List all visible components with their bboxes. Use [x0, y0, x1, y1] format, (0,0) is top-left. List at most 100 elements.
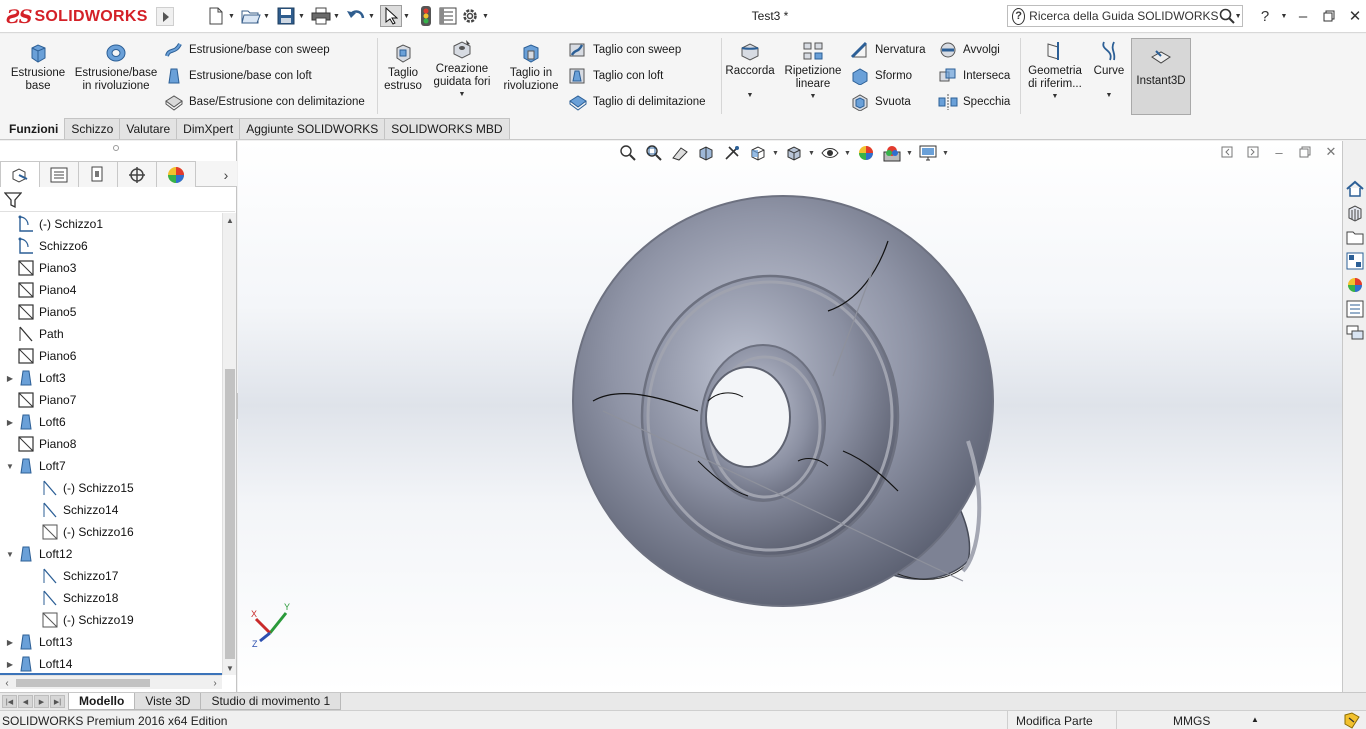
lofted-cut-button[interactable]: Taglio con loft — [568, 65, 663, 87]
tree-item[interactable]: Piano3 — [4, 257, 76, 279]
apply-scene-caret[interactable]: ▼ — [906, 150, 914, 157]
hide-show-caret[interactable]: ▼ — [844, 150, 852, 157]
tab-funzioni[interactable]: Funzioni — [2, 118, 66, 139]
filter-icon[interactable] — [4, 191, 22, 209]
tree-item[interactable]: ▼ Loft7 — [4, 455, 66, 477]
rebuild-traffic-light-icon[interactable] — [415, 5, 437, 27]
tree-item[interactable]: Schizzo17 — [28, 565, 118, 587]
undo-caret[interactable]: ▼ — [367, 5, 376, 27]
feature-manager-tab-icon[interactable] — [0, 161, 40, 187]
spiral-loft-model[interactable] — [558, 161, 1008, 611]
solidworks-resources-home-icon[interactable] — [1343, 178, 1366, 200]
scroll-thumb[interactable] — [225, 369, 235, 659]
tree-filter[interactable] — [0, 188, 235, 212]
doc-close-icon[interactable]: ✕ — [1322, 143, 1340, 161]
new-document-icon[interactable] — [205, 5, 227, 27]
dimxpert-manager-tab-icon[interactable] — [117, 161, 157, 187]
fillet-caret[interactable]: ▼ — [747, 92, 754, 99]
file-properties-icon[interactable] — [437, 5, 459, 27]
tab-modello[interactable]: Modello — [68, 693, 136, 710]
file-explorer-icon[interactable] — [1343, 226, 1366, 248]
tree-item[interactable]: Schizzo18 — [28, 587, 118, 609]
reference-geometry-button[interactable]: Geometria di riferim... ▼ — [1024, 40, 1086, 100]
first-tab-icon[interactable]: |◀ — [2, 695, 17, 708]
prev-tab-icon[interactable]: ◀ — [18, 695, 33, 708]
undo-icon[interactable] — [345, 5, 367, 27]
doc-restore-icon[interactable] — [1296, 143, 1314, 161]
lofted-boss-button[interactable]: Estrusione/base con loft — [164, 65, 312, 87]
curves-button[interactable]: Curve ▼ — [1090, 40, 1128, 99]
instant3d-button[interactable]: Instant3D — [1131, 38, 1191, 115]
tree-item[interactable]: ▶ Loft14 — [4, 653, 72, 675]
fillet-button[interactable]: Raccorda ▼ — [724, 40, 776, 99]
pane-grip-icon[interactable] — [113, 145, 119, 151]
tree-item[interactable]: Piano7 — [4, 389, 76, 411]
shell-button[interactable]: Svuota — [850, 91, 911, 113]
design-library-icon[interactable] — [1343, 202, 1366, 224]
tree-item[interactable]: ▶ Loft6 — [4, 411, 66, 433]
print-caret[interactable]: ▼ — [332, 5, 341, 27]
tree-item[interactable]: Schizzo14 — [28, 499, 118, 521]
wrap-button[interactable]: Avvolgi — [938, 39, 1000, 61]
help-question-icon[interactable]: ? — [1012, 7, 1026, 25]
scroll-left-icon[interactable]: ‹ — [0, 676, 14, 690]
expand-chevron-icon[interactable]: ▶ — [4, 638, 16, 647]
search-input[interactable]: Ricerca della Guida SOLIDWORKS — [1029, 9, 1218, 23]
swept-cut-button[interactable]: Taglio con sweep — [568, 39, 681, 61]
tree-item[interactable]: (-) Schizzo1 — [4, 213, 103, 235]
property-manager-tab-icon[interactable] — [39, 161, 79, 187]
doc-minimize-icon[interactable]: – — [1270, 143, 1288, 161]
tree-horizontal-scrollbar[interactable]: ‹ › — [0, 673, 222, 690]
boundary-boss-button[interactable]: Base/Estrusione con delimitazione — [164, 91, 365, 113]
linear-pattern-button[interactable]: Ripetizione lineare ▼ — [780, 40, 846, 100]
tab-solidworks-mbd[interactable]: SOLIDWORKS MBD — [384, 118, 510, 139]
collapse-left-icon[interactable] — [1218, 143, 1236, 161]
unit-system-selector[interactable]: MMGS ▲ — [1116, 711, 1266, 729]
save-icon[interactable] — [275, 5, 297, 27]
revolved-boss-button[interactable]: Estrusione/base in rivoluzione — [72, 42, 160, 93]
tree-item[interactable]: (-) Schizzo15 — [28, 477, 134, 499]
hole-wizard-button[interactable]: Creazione guidata fori ▼ — [430, 38, 494, 98]
tab-aggiunte-solidworks[interactable]: Aggiunte SOLIDWORKS — [239, 118, 386, 139]
help-search-box[interactable]: ? Ricerca della Guida SOLIDWORKS ▼ — [1007, 5, 1243, 27]
swept-boss-button[interactable]: Estrusione/base con sweep — [164, 39, 330, 61]
tree-item[interactable]: ▶ Loft13 — [4, 631, 72, 653]
restore-icon[interactable] — [1316, 5, 1342, 27]
menu-expand-arrow-icon[interactable] — [156, 7, 174, 26]
expand-chevron-icon[interactable]: ▶ — [4, 374, 16, 383]
curves-caret[interactable]: ▼ — [1106, 92, 1113, 99]
save-caret[interactable]: ▼ — [297, 5, 306, 27]
view-palette-icon[interactable] — [1343, 250, 1366, 272]
hole-wizard-caret[interactable]: ▼ — [459, 91, 466, 98]
mirror-button[interactable]: Specchia — [938, 91, 1010, 113]
help-menu-icon[interactable]: ? — [1252, 5, 1278, 27]
tree-vertical-scrollbar[interactable]: ▲ ▼ — [222, 213, 236, 675]
view-orientation-caret[interactable]: ▼ — [772, 150, 780, 157]
reference-geometry-caret[interactable]: ▼ — [1052, 93, 1059, 100]
search-caret[interactable]: ▼ — [1235, 13, 1242, 20]
help-menu-caret[interactable]: ▼ — [1278, 5, 1290, 27]
tab-viste-3d[interactable]: Viste 3D — [134, 693, 202, 710]
expand-chevron-icon[interactable]: ▶ — [4, 418, 16, 427]
collapse-right-icon[interactable] — [1244, 143, 1262, 161]
tree-item[interactable]: Piano5 — [4, 301, 76, 323]
scroll-up-icon[interactable]: ▲ — [223, 213, 237, 227]
hscroll-thumb[interactable] — [16, 679, 150, 687]
new-document-caret[interactable]: ▼ — [227, 5, 236, 27]
tree-item[interactable]: Schizzo6 — [4, 235, 88, 257]
collapse-chevron-icon[interactable]: ▼ — [4, 550, 16, 559]
tree-item[interactable]: ▼ Loft12 — [4, 543, 72, 565]
extruded-boss-button[interactable]: Estrusione base — [8, 42, 68, 93]
boundary-cut-button[interactable]: Taglio di delimitazione — [568, 91, 706, 113]
intersect-button[interactable]: Interseca — [938, 65, 1010, 87]
tab-valutare[interactable]: Valutare — [119, 118, 178, 139]
print-icon[interactable] — [310, 5, 332, 27]
last-tab-icon[interactable]: ▶| — [50, 695, 65, 708]
rebuild-status-icon[interactable] — [1343, 712, 1361, 729]
collapse-chevron-icon[interactable]: ▼ — [4, 462, 16, 471]
options-gear-icon[interactable] — [459, 5, 481, 27]
tree-item[interactable]: Piano6 — [4, 345, 76, 367]
search-icon[interactable] — [1219, 6, 1235, 26]
expand-chevron-icon[interactable]: ▶ — [4, 660, 16, 669]
appearances-scenes-icon[interactable] — [1343, 274, 1366, 296]
